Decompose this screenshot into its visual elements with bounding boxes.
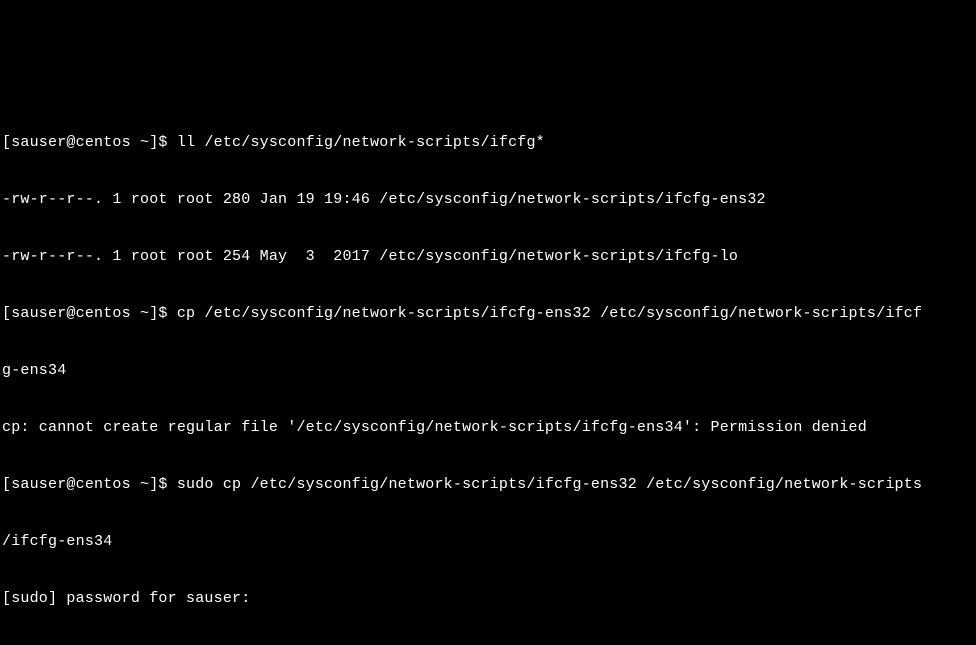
terminal-line: [sauser@centos ~]$ sudo cp /etc/sysconfi… — [2, 475, 974, 494]
terminal-line: [sudo] password for sauser: — [2, 589, 974, 608]
terminal-window[interactable]: [sauser@centos ~]$ ll /etc/sysconfig/net… — [0, 95, 976, 645]
terminal-line: [sauser@centos ~]$ cp /etc/sysconfig/net… — [2, 304, 974, 323]
terminal-line: -rw-r--r--. 1 root root 280 Jan 19 19:46… — [2, 190, 974, 209]
terminal-line: -rw-r--r--. 1 root root 254 May 3 2017 /… — [2, 247, 974, 266]
terminal-line: [sauser@centos ~]$ ll /etc/sysconfig/net… — [2, 133, 974, 152]
terminal-line: cp: cannot create regular file '/etc/sys… — [2, 418, 974, 437]
terminal-line: /ifcfg-ens34 — [2, 532, 974, 551]
terminal-line: g-ens34 — [2, 361, 974, 380]
